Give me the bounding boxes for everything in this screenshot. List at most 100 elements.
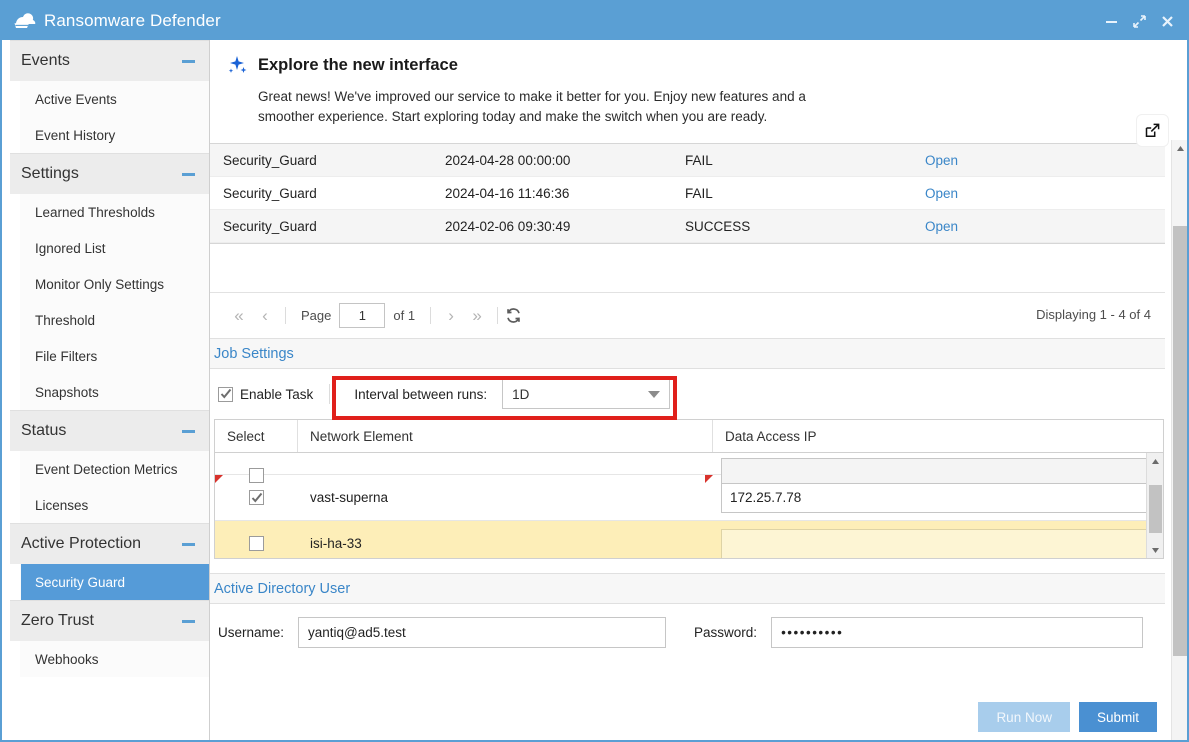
divider (329, 384, 331, 404)
cell-status: SUCCESS (685, 218, 751, 234)
refresh-icon[interactable] (505, 307, 522, 324)
sidebar-item-file-filters[interactable]: File Filters (21, 338, 209, 374)
grid-scrollbar[interactable] (1146, 453, 1163, 558)
previous-page-icon[interactable]: ‹ (252, 303, 278, 329)
last-page-icon[interactable]: » (464, 303, 490, 329)
cell-network-element: isi-ha-33 (310, 536, 362, 551)
cell-job-name: Security_Guard (223, 218, 317, 234)
cell-open-link[interactable]: Open (925, 219, 1125, 234)
nav-group-active-protection: Active Protection Security Guard (2, 523, 209, 600)
page-number-input[interactable] (339, 303, 386, 328)
nav-group-header-zero-trust[interactable]: Zero Trust (10, 600, 209, 641)
collapse-minus-icon[interactable] (182, 59, 195, 63)
sidebar-item-licenses[interactable]: Licenses (21, 487, 209, 523)
nav-group-header-status[interactable]: Status (10, 410, 209, 451)
nav-group-label: Active Protection (21, 535, 142, 552)
table-row[interactable]: Security_Guard 2024-04-28 00:00:00 FAIL … (210, 144, 1165, 177)
next-page-icon[interactable]: › (438, 303, 464, 329)
data-access-ip-input[interactable] (721, 482, 1149, 513)
cell-timestamp: 2024-02-06 09:30:49 (445, 218, 571, 234)
table-row[interactable]: vast-superna (215, 475, 1163, 521)
nav-group-settings: Settings Learned Thresholds Ignored List… (2, 153, 209, 410)
main-content: Explore the new interface Great news! We… (210, 40, 1187, 740)
cell-select[interactable] (215, 475, 298, 520)
active-directory-user-row: Username: Password: (210, 604, 1165, 660)
cell-timestamp: 2024-04-28 00:00:00 (445, 152, 571, 168)
enable-task-checkbox[interactable] (218, 386, 233, 402)
sidebar-item-active-events[interactable]: Active Events (21, 81, 209, 117)
collapse-minus-icon[interactable] (182, 172, 195, 176)
interval-selected-value: 1D (512, 386, 530, 402)
page-total-label: of 1 (393, 308, 416, 323)
page-scrollbar[interactable] (1171, 140, 1187, 740)
section-title: Job Settings (214, 345, 294, 362)
username-label: Username: (218, 624, 285, 640)
collapse-minus-icon[interactable] (182, 619, 195, 623)
sidebar-item-learned-thresholds[interactable]: Learned Thresholds (21, 194, 209, 230)
nav-group-status: Status Event Detection Metrics Licenses (2, 410, 209, 523)
table-row[interactable] (215, 453, 1163, 488)
cell-data-access-ip[interactable] (713, 453, 1163, 488)
enable-task-label: Enable Task (240, 386, 314, 402)
nav-group-header-settings[interactable]: Settings (10, 153, 209, 194)
submit-button[interactable]: Submit (1078, 702, 1157, 732)
network-element-grid-body: vast-superna isi-ha-33 (215, 453, 1163, 558)
sidebar-item-security-guard[interactable]: Security Guard (21, 564, 209, 600)
first-page-icon[interactable]: « (226, 303, 252, 329)
row-select-checkbox[interactable] (249, 490, 264, 505)
nav-group-header-active-protection[interactable]: Active Protection (10, 523, 209, 564)
scroll-down-icon[interactable] (1147, 542, 1163, 558)
cell-open-link[interactable]: Open (925, 153, 1125, 168)
collapse-minus-icon[interactable] (182, 542, 195, 546)
network-element-grid-header: Select Network Element Data Access IP (215, 420, 1163, 453)
chevron-down-icon (648, 390, 661, 398)
cell-select[interactable] (215, 521, 298, 558)
scroll-up-icon[interactable] (1147, 453, 1163, 469)
title-bar: Ransomware Defender (2, 2, 1187, 40)
password-field[interactable] (771, 616, 1144, 648)
sidebar-item-event-history[interactable]: Event History (21, 117, 209, 153)
sidebar-item-snapshots[interactable]: Snapshots (21, 374, 209, 410)
row-select-checkbox[interactable] (249, 536, 264, 551)
divider (497, 307, 499, 324)
cell-status: FAIL (685, 185, 713, 201)
sidebar-item-webhooks[interactable]: Webhooks (21, 641, 209, 677)
column-header-network-element[interactable]: Network Element (298, 420, 713, 452)
table-row[interactable]: Security_Guard 2024-02-06 09:30:49 SUCCE… (210, 210, 1165, 243)
maximize-icon[interactable] (1132, 14, 1147, 29)
data-access-ip-input[interactable] (721, 528, 1149, 558)
username-field[interactable] (298, 616, 667, 648)
run-now-button[interactable]: Run Now (978, 702, 1070, 732)
table-row[interactable]: isi-ha-33 (215, 521, 1163, 558)
dirty-marker-icon (215, 475, 223, 483)
cell-data-access-ip[interactable] (705, 475, 1163, 520)
sidebar-item-threshold[interactable]: Threshold (21, 302, 209, 338)
close-icon[interactable] (1160, 14, 1175, 29)
external-link-icon[interactable] (1136, 114, 1169, 147)
network-element-grid: Select Network Element Data Access IP va… (214, 419, 1164, 559)
grid-scrollbar-thumb[interactable] (1149, 485, 1162, 533)
cell-data-access-ip[interactable] (713, 521, 1163, 558)
promo-banner: Explore the new interface Great news! We… (210, 40, 1187, 147)
nav-group-body-settings: Learned Thresholds Ignored List Monitor … (20, 194, 209, 410)
nav-group-label: Status (21, 422, 67, 439)
nav-group-label: Events (21, 52, 70, 69)
minimize-icon[interactable] (1104, 14, 1119, 29)
nav-group-header-events[interactable]: Events (10, 40, 209, 81)
interval-between-runs-dropdown[interactable]: 1D (502, 379, 671, 409)
cell-select[interactable] (215, 453, 298, 483)
sidebar-item-ignored-list[interactable]: Ignored List (21, 230, 209, 266)
scroll-up-icon[interactable] (1172, 140, 1187, 156)
sidebar-item-event-detection-metrics[interactable]: Event Detection Metrics (21, 451, 209, 487)
nav-group-events: Events Active Events Event History (2, 40, 209, 153)
page-scrollbar-thumb[interactable] (1173, 226, 1187, 656)
column-header-data-access-ip[interactable]: Data Access IP (713, 420, 1163, 452)
table-row[interactable]: Security_Guard 2024-04-16 11:46:36 FAIL … (210, 177, 1165, 210)
nav-group-zero-trust: Zero Trust Webhooks (2, 600, 209, 677)
collapse-minus-icon[interactable] (182, 429, 195, 433)
cell-open-link[interactable]: Open (925, 186, 1125, 201)
column-header-select[interactable]: Select (215, 420, 298, 452)
events-table: Security_Guard 2024-04-28 00:00:00 FAIL … (210, 143, 1165, 244)
sidebar-item-monitor-only-settings[interactable]: Monitor Only Settings (21, 266, 209, 302)
page-label: Page (301, 308, 332, 323)
